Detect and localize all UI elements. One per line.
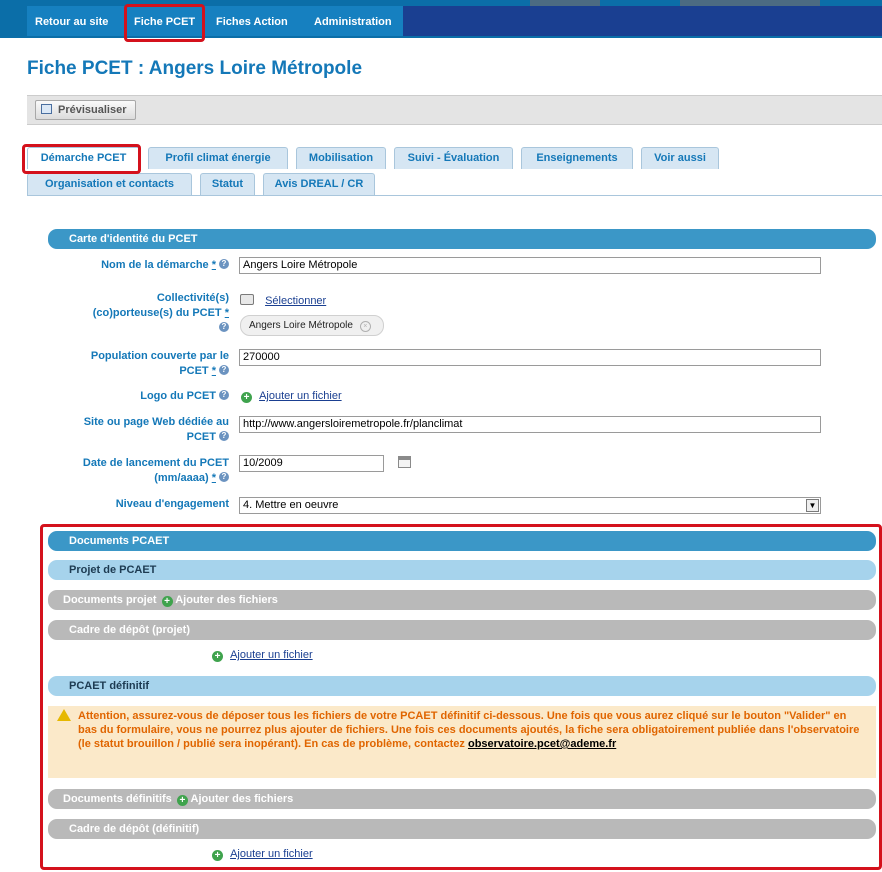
label-niveau-engagement: Niveau d'engagement (115, 498, 229, 510)
preview-icon (41, 104, 52, 114)
help-icon[interactable] (219, 319, 229, 334)
required-mark: * (211, 365, 216, 377)
label-collectivite: Collectivité(s) (co)porteuse(s) du PCET … (48, 291, 229, 336)
niveau-engagement-select[interactable]: 4. Mettre en oeuvre ▼ (239, 497, 821, 514)
building-icon (240, 294, 254, 305)
help-icon[interactable] (219, 387, 229, 402)
highlight-box-tab (22, 144, 141, 174)
label-site-web: Site ou page Web dédiée au PCET (48, 415, 229, 445)
label-nom-demarche: Nom de la démarche * (48, 256, 229, 273)
date-lancement-input[interactable]: 10/2009 (239, 455, 384, 472)
tab-mobilisation[interactable]: Mobilisation (296, 147, 386, 169)
highlight-box-nav (124, 4, 205, 42)
tab-voir-aussi[interactable]: Voir aussi (641, 147, 719, 169)
logo-add-file[interactable]: + Ajouter un fichier (241, 390, 342, 403)
tab-profil-climat-energie[interactable]: Profil climat énergie (148, 147, 288, 169)
calendar-icon[interactable] (398, 456, 411, 468)
select-link[interactable]: Sélectionner (265, 295, 326, 307)
label-logo: Logo du PCET (48, 387, 229, 404)
preview-button-label: Prévisualiser (58, 104, 127, 116)
tab-organisation-contacts[interactable]: Organisation et contacts (27, 173, 192, 195)
nom-demarche-input[interactable]: Angers Loire Métropole (239, 257, 821, 274)
remove-tag-icon[interactable]: × (359, 321, 371, 332)
tab-avis-dreal-cr[interactable]: Avis DREAL / CR (263, 173, 375, 195)
tab-statut[interactable]: Statut (200, 173, 255, 195)
toolbar: Prévisualiser (27, 95, 882, 125)
section-header-identite: Carte d'identité du PCET (48, 229, 876, 249)
label-date-lancement: Date de lancement du PCET (mm/aaaa) * (48, 456, 229, 486)
required-mark: * (211, 472, 216, 484)
page-title: Fiche PCET : Angers Loire Métropole (27, 58, 363, 79)
chevron-down-icon[interactable]: ▼ (806, 499, 819, 512)
niveau-engagement-value: 4. Mettre en oeuvre (243, 499, 339, 511)
help-icon[interactable] (219, 469, 229, 484)
help-icon[interactable] (219, 256, 229, 271)
population-input[interactable]: 270000 (239, 349, 821, 366)
select-collectivite[interactable]: Sélectionner (240, 294, 326, 307)
add-file-link[interactable]: Ajouter un fichier (259, 390, 342, 402)
tab-divider (27, 195, 882, 196)
tab-enseignements[interactable]: Enseignements (521, 147, 633, 169)
help-icon[interactable] (219, 362, 229, 377)
help-icon[interactable] (219, 428, 229, 443)
nav-retour-au-site[interactable]: Retour au site (35, 16, 108, 28)
highlight-box-documents (40, 524, 882, 870)
required-mark: * (211, 259, 216, 271)
label-population: Population couverte par le PCET * (48, 349, 229, 379)
site-web-input[interactable]: http://www.angersloiremetropole.fr/planc… (239, 416, 821, 433)
tab-suivi-evaluation[interactable]: Suivi - Évaluation (394, 147, 513, 169)
nav-fiches-action[interactable]: Fiches Action (216, 16, 288, 28)
preview-button[interactable]: Prévisualiser (35, 100, 136, 120)
calendar-icon-top (399, 457, 410, 460)
add-icon: + (241, 392, 252, 403)
required-mark: * (224, 307, 229, 319)
collectivite-tag: Angers Loire Métropole × (240, 315, 384, 336)
nav-administration[interactable]: Administration (314, 16, 392, 28)
